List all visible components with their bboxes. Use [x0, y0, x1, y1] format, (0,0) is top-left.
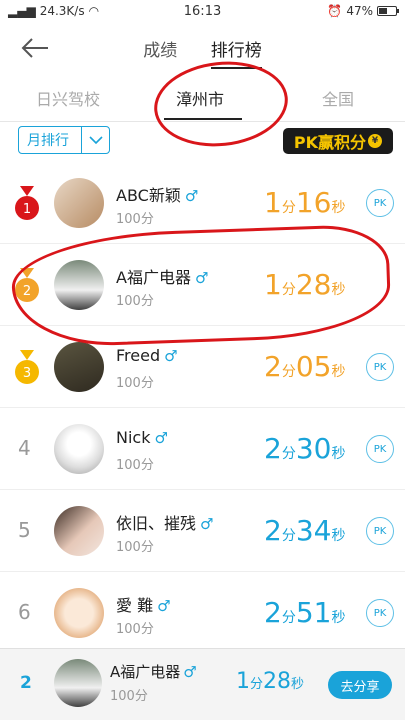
region-tab-school[interactable]: 日兴驾校 [36, 86, 100, 110]
user-name: 依旧、摧残 ♂ [116, 514, 214, 533]
avatar[interactable] [54, 178, 104, 228]
rank-number: 5 [18, 518, 31, 542]
region-tab-national[interactable]: 全国 [322, 86, 354, 110]
rank-number: 3 [23, 366, 31, 381]
pk-button[interactable]: PK [366, 517, 394, 545]
user-points: 100分 [116, 622, 154, 637]
male-icon: ♂ [154, 429, 168, 447]
rank-number: 1 [23, 202, 31, 217]
user-name: Nick ♂ [116, 428, 168, 447]
list-item[interactable]: 6 愛 難 ♂ 100分 2分51秒 PK [0, 572, 405, 654]
filter-bar: 月排行 PK赢积分 ¥ [0, 124, 405, 162]
my-points: 100分 [110, 689, 148, 704]
user-name: A福广电器 ♂ [116, 268, 209, 287]
male-icon: ♂ [194, 269, 209, 287]
time-value: 2分05秒 [264, 350, 346, 383]
period-select-label: 月排行 [27, 133, 69, 149]
user-points: 100分 [116, 294, 154, 309]
avatar[interactable] [54, 588, 104, 638]
time-value: 1分28秒 [264, 268, 346, 301]
status-right: ⏰ 47% [327, 4, 399, 18]
time-value: 2分30秒 [264, 432, 346, 465]
male-icon: ♂ [157, 597, 171, 615]
avatar[interactable] [54, 424, 104, 474]
status-bar: ▂▄▆ 24.3K/s ◠ 16:13 ⏰ 47% [0, 0, 405, 24]
pk-button[interactable]: PK [366, 189, 394, 217]
rank-number: 2 [23, 284, 31, 299]
avatar[interactable] [54, 659, 102, 707]
avatar[interactable] [54, 342, 104, 392]
pk-button[interactable]: PK [366, 353, 394, 381]
male-icon: ♂ [183, 663, 197, 681]
alarm-icon: ⏰ [327, 4, 343, 18]
avatar[interactable] [54, 260, 104, 310]
list-item[interactable]: 2 A福广电器 ♂ 100分 1分28秒 [0, 244, 405, 326]
user-name: 愛 難 ♂ [116, 596, 171, 615]
list-item[interactable]: 3 Freed ♂ 100分 2分05秒 PK [0, 326, 405, 408]
list-item[interactable]: 1 ABC新颖 ♂ 100分 1分16秒 PK [0, 162, 405, 244]
time-value: 2分34秒 [264, 514, 346, 547]
chevron-down-icon [81, 127, 109, 153]
user-points: 100分 [116, 376, 154, 391]
my-name: A福广电器 ♂ [110, 663, 197, 681]
male-icon: ♂ [200, 515, 214, 533]
avatar[interactable] [54, 506, 104, 556]
user-name: Freed ♂ [116, 346, 178, 365]
user-points: 100分 [116, 212, 154, 227]
medal-gold-icon: 3 [15, 350, 39, 384]
user-name: ABC新颖 ♂ [116, 186, 199, 205]
list-item[interactable]: 4 Nick ♂ 100分 2分30秒 PK [0, 408, 405, 490]
male-icon: ♂ [164, 347, 178, 365]
pk-points-banner[interactable]: PK赢积分 ¥ [283, 128, 393, 154]
period-select[interactable]: 月排行 [18, 126, 110, 154]
male-icon: ♂ [184, 187, 199, 205]
user-points: 100分 [116, 540, 154, 555]
battery-icon [377, 6, 399, 16]
battery-percent: 47% [346, 4, 373, 18]
share-button[interactable]: 去分享 [328, 671, 392, 699]
banner-text: PK赢积分 [293, 133, 367, 152]
tab-scores[interactable]: 成绩 [143, 36, 177, 67]
rank-number: 4 [18, 436, 31, 460]
my-time: 1分28秒 [236, 669, 305, 694]
user-points: 100分 [116, 458, 154, 473]
pk-button[interactable]: PK [366, 599, 394, 627]
pk-button[interactable]: PK [366, 435, 394, 463]
rank-number: 6 [18, 600, 31, 624]
my-rank-bar: 2 A福广电器 ♂ 100分 1分28秒 去分享 [0, 648, 405, 720]
time-value: 2分51秒 [264, 596, 346, 629]
medal-red-icon: 1 [15, 186, 39, 220]
my-rank-number: 2 [20, 673, 32, 693]
time-value: 1分16秒 [264, 186, 346, 219]
medal-orange-icon: 2 [15, 268, 39, 302]
coin-icon: ¥ [368, 134, 383, 148]
list-item[interactable]: 5 依旧、摧残 ♂ 100分 2分34秒 PK [0, 490, 405, 572]
